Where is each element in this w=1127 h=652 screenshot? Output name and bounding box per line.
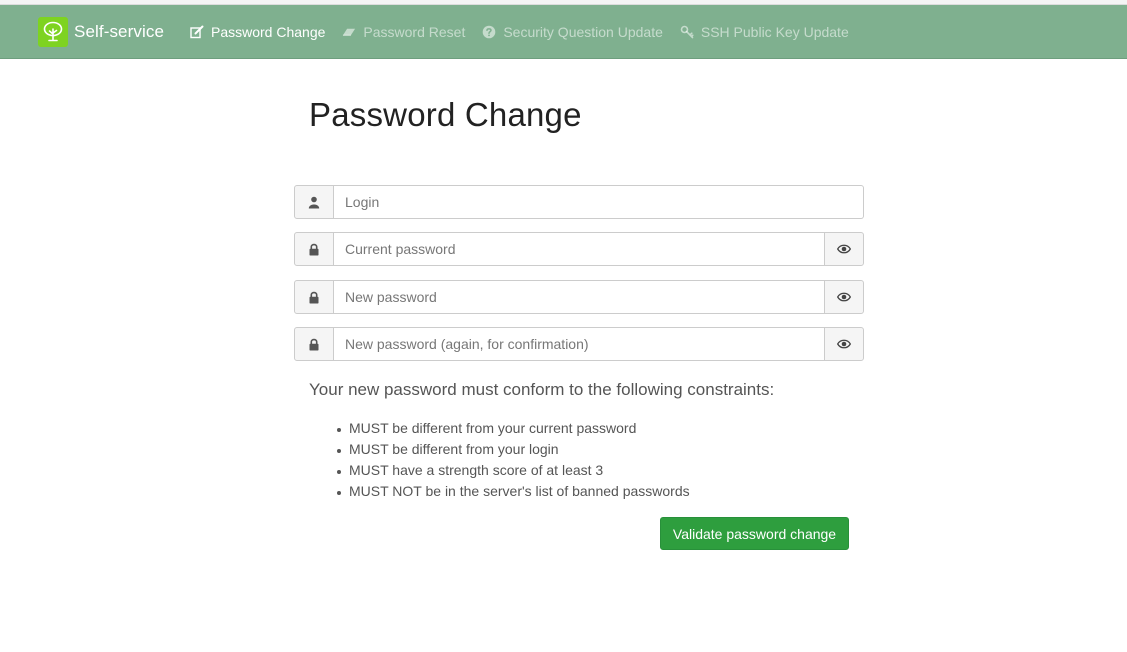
brand-name: Self-service [74,22,165,41]
page-title: Password Change [309,96,582,133]
confirm-password-input[interactable] [334,327,824,361]
eraser-icon [342,25,356,39]
nav-item-ssh-public-key-update[interactable]: SSH Public Key Update [680,24,849,40]
list-item: MUST be different from your current pass… [337,418,690,439]
constraint-text: MUST be different from your login [349,441,559,457]
list-item: MUST have a strength score of at least 3 [337,460,690,481]
eye-icon[interactable] [824,327,864,361]
new-password-input[interactable] [334,280,824,314]
lock-icon [294,327,334,361]
nav-item-label: Security Question Update [503,23,663,40]
bullet-icon [337,448,341,453]
nav-item-password-reset[interactable]: Password Reset [342,24,465,40]
eye-icon[interactable] [824,232,864,266]
constraint-text: MUST be different from your current pass… [349,420,637,436]
user-icon [294,185,334,219]
nav-item-label: SSH Public Key Update [700,23,849,40]
constraint-text: MUST have a strength score of at least 3 [349,462,604,478]
edit-icon [190,25,204,39]
confirm-password-field-group [294,327,864,361]
lock-icon [294,280,334,314]
bullet-icon [337,469,341,474]
nav-item-security-question-update[interactable]: Security Question Update [482,24,663,40]
bullet-icon [337,427,341,432]
nav-item-label: Password Change [211,23,326,40]
question-circle-icon [482,25,496,39]
tree-icon [38,17,68,47]
nav-item-password-change[interactable]: Password Change [190,24,325,40]
lock-icon [294,232,334,266]
navbar: Self-service Password Change Password Re… [0,5,1127,59]
current-password-input[interactable] [334,232,824,266]
bullet-icon [337,490,341,495]
new-password-field-group [294,280,864,314]
constraints-list: MUST be different from your current pass… [337,418,690,502]
list-item: MUST NOT be in the server's list of bann… [337,481,690,502]
brand-link[interactable]: Self-service [38,17,164,47]
validate-password-change-button[interactable]: Validate password change [660,517,849,550]
login-input[interactable] [334,185,864,219]
key-icon [680,25,694,39]
login-field-group [294,185,864,219]
constraint-text: MUST NOT be in the server's list of bann… [349,483,690,499]
constraints-title: Your new password must conform to the fo… [309,380,775,399]
list-item: MUST be different from your login [337,439,690,460]
eye-icon[interactable] [824,280,864,314]
nav-item-label: Password Reset [363,23,466,40]
main-nav: Password Change Password Reset Security … [190,5,866,58]
current-password-field-group [294,232,864,266]
